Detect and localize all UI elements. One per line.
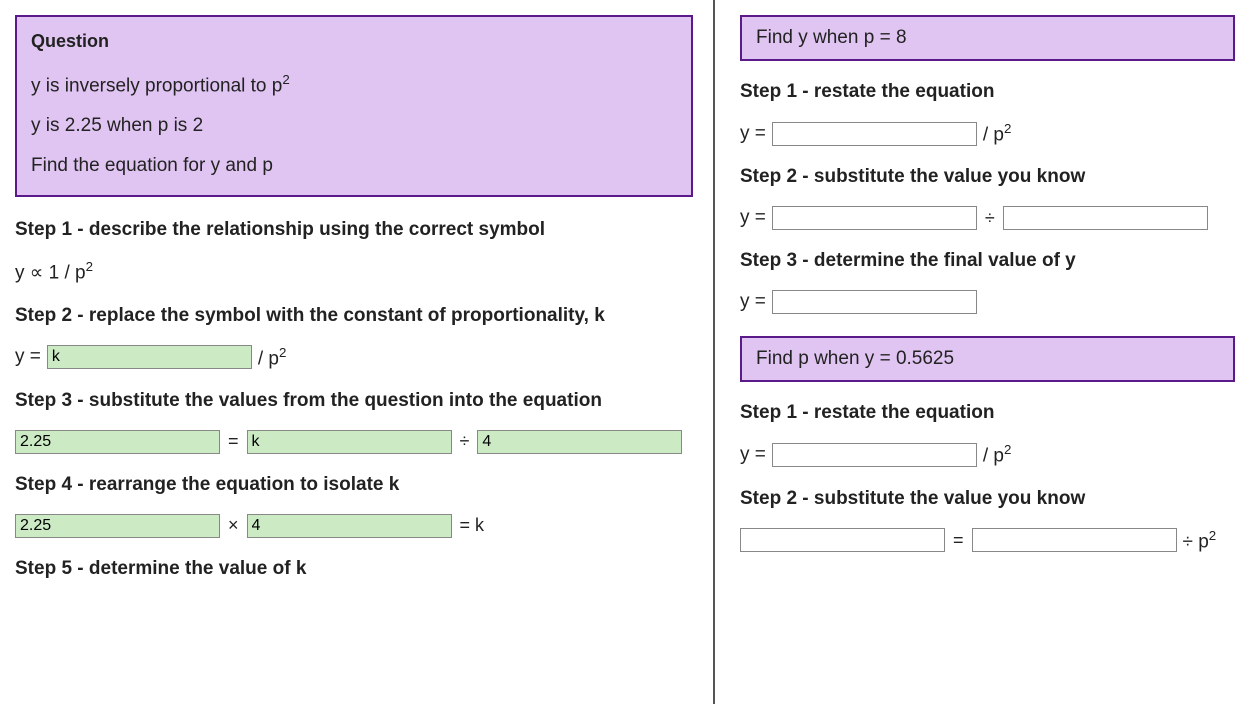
r2-s2-div-text: ÷ p	[1183, 531, 1209, 552]
step3-divide: ÷	[458, 431, 472, 452]
r2-s2-div-sup: 2	[1209, 528, 1216, 543]
step2-suffix-text: / p	[258, 348, 279, 369]
right2-step2-expression: = ÷ p2	[740, 528, 1235, 553]
r1-s2-div: ÷	[983, 208, 997, 229]
question-title: Question	[31, 31, 677, 52]
step4-y-value-input[interactable]	[15, 514, 220, 538]
right-box-1: Find y when p = 8	[740, 15, 1235, 61]
left-step4-expression: × = k	[15, 514, 693, 538]
step3-y-value-input[interactable]	[15, 430, 220, 454]
right1-step2-input-a[interactable]	[772, 206, 977, 230]
r2-eq-suffix-text: / p	[983, 446, 1004, 467]
step4-equals-k: = k	[458, 515, 487, 536]
question-line-1: y is inversely proportional to p2	[31, 72, 677, 97]
question-line-1-sup: 2	[282, 72, 289, 87]
step3-denom-input[interactable]	[477, 430, 682, 454]
step2-suffix-sup: 2	[279, 345, 286, 360]
left-step4-heading: Step 4 - rearrange the equation to isola…	[15, 474, 693, 496]
step2-prefix: y =	[15, 346, 41, 368]
step3-equals: =	[226, 431, 241, 452]
r1-eq-suffix-text: / p	[983, 124, 1004, 145]
right2-step1-input[interactable]	[772, 443, 977, 467]
right1-step1-input[interactable]	[772, 122, 977, 146]
r1-eq-prefix: y =	[740, 123, 766, 145]
r1-eq-suffix-sup: 2	[1004, 121, 1011, 136]
right2-step1-expression: y = / p2	[740, 442, 1235, 467]
question-line-1-text: y is inversely proportional to p	[31, 75, 282, 96]
left-step3-expression: = ÷	[15, 430, 693, 454]
r1-s3-prefix: y =	[740, 291, 766, 313]
right-box-2: Find p when y = 0.5625	[740, 336, 1235, 382]
left-step1-expression: y ∝ 1 / p2	[15, 259, 693, 284]
r2-eq-suffix-sup: 2	[1004, 442, 1011, 457]
step4-multiplier-input[interactable]	[247, 514, 452, 538]
r2-s2-eq: =	[951, 530, 966, 551]
step4-times: ×	[226, 515, 241, 536]
r1-s2-prefix: y =	[740, 207, 766, 229]
step1-expr-text: y ∝ 1 / p	[15, 263, 86, 284]
step1-expr-sup: 2	[86, 259, 93, 274]
question-line-3: Find the equation for y and p	[31, 155, 677, 177]
right2-step2-heading: Step 2 - substitute the value you know	[740, 488, 1235, 510]
r2-eq-prefix: y =	[740, 444, 766, 466]
left-step5-heading: Step 5 - determine the value of k	[15, 558, 693, 580]
right1-step3-heading: Step 3 - determine the final value of y	[740, 250, 1235, 272]
right1-step1-expression: y = / p2	[740, 121, 1235, 146]
right2-step1-heading: Step 1 - restate the equation	[740, 402, 1235, 424]
left-step1-heading: Step 1 - describe the relationship using…	[15, 219, 693, 241]
right1-step2-expression: y = ÷	[740, 206, 1235, 230]
right2-step2-input-a[interactable]	[740, 528, 945, 552]
right1-step2-input-b[interactable]	[1003, 206, 1208, 230]
right1-step2-heading: Step 2 - substitute the value you know	[740, 166, 1235, 188]
question-line-2: y is 2.25 when p is 2	[31, 115, 677, 137]
right2-step2-input-b[interactable]	[972, 528, 1177, 552]
left-step3-heading: Step 3 - substitute the values from the …	[15, 390, 693, 412]
left-step2-expression: y = / p2	[15, 345, 693, 370]
right1-step1-heading: Step 1 - restate the equation	[740, 81, 1235, 103]
step3-k-input[interactable]	[247, 430, 452, 454]
right1-step3-expression: y =	[740, 290, 1235, 314]
right1-step3-input[interactable]	[772, 290, 977, 314]
step2-k-input[interactable]	[47, 345, 252, 369]
left-step2-heading: Step 2 - replace the symbol with the con…	[15, 305, 693, 327]
question-box: Question y is inversely proportional to …	[15, 15, 693, 197]
